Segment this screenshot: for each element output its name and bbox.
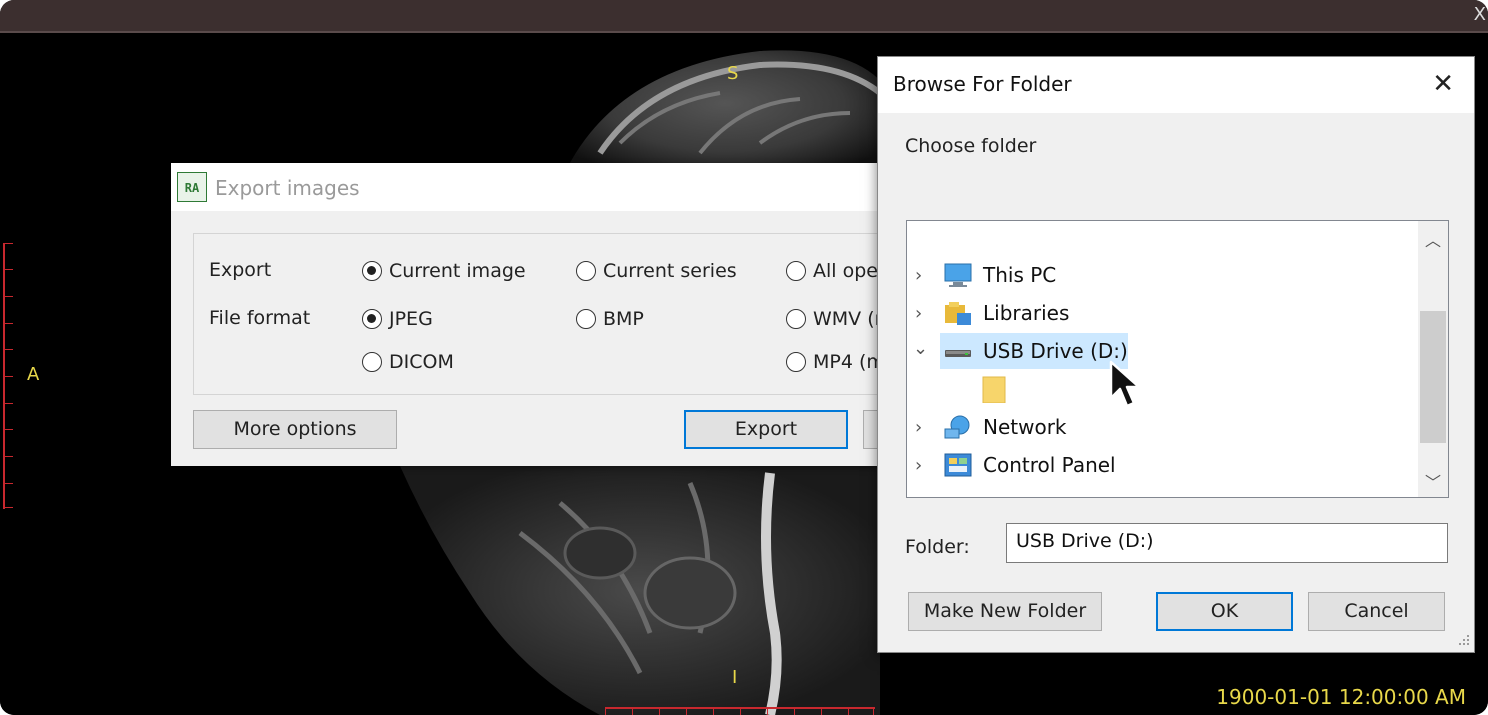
more-options-button[interactable]: More options xyxy=(193,410,397,449)
chevron-right-icon[interactable]: › xyxy=(915,265,922,286)
tree-item-label: USB Drive (D:) xyxy=(983,339,1128,363)
folder-path-input[interactable]: USB Drive (D:) xyxy=(1006,523,1448,563)
network-icon xyxy=(944,415,970,439)
cancel-button[interactable]: Cancel xyxy=(1308,592,1445,631)
scroll-up-icon[interactable]: ︿ xyxy=(1425,227,1441,251)
app-logo-icon: RA xyxy=(177,172,207,202)
folder-field-label: Folder: xyxy=(905,536,970,558)
window-titlebar: X xyxy=(0,0,1488,33)
app-window: X S A I 1900-01-01 12:00:00 AM RA Export… xyxy=(0,0,1488,715)
scroll-down-icon[interactable]: ﹀ xyxy=(1425,469,1441,493)
radio-mp4[interactable] xyxy=(786,352,806,372)
radio-wmv-label[interactable]: WMV (r xyxy=(813,308,882,330)
tree-item-label: Libraries xyxy=(983,301,1070,325)
chevron-right-icon[interactable]: › xyxy=(915,303,922,324)
radio-all-open[interactable] xyxy=(786,261,806,281)
close-icon[interactable]: X xyxy=(1474,4,1486,25)
orientation-bottom-label: I xyxy=(732,667,738,688)
export-images-dialog: RA Export images Export File format Curr… xyxy=(171,163,915,466)
orientation-top-label: S xyxy=(727,63,739,84)
tree-item-label: This PC xyxy=(983,263,1057,287)
radio-dicom-label[interactable]: DICOM xyxy=(389,351,454,373)
tree-item-label: Network xyxy=(983,415,1067,439)
ok-button[interactable]: OK xyxy=(1156,592,1293,631)
tree-scrollbar[interactable]: ︿ ﹀ xyxy=(1418,221,1448,497)
resize-grip-icon[interactable] xyxy=(1456,634,1470,648)
radio-jpeg-label[interactable]: JPEG xyxy=(389,308,433,330)
horizontal-scale-ruler xyxy=(605,707,875,715)
radio-wmv[interactable] xyxy=(786,309,806,329)
radio-bmp-label[interactable]: BMP xyxy=(603,308,644,330)
radio-jpeg[interactable] xyxy=(362,309,382,329)
export-label: Export xyxy=(209,259,272,281)
export-dialog-title: Export images xyxy=(215,176,360,200)
close-icon[interactable]: ✕ xyxy=(1432,69,1454,99)
control-panel-icon xyxy=(944,453,972,477)
scrollbar-thumb[interactable] xyxy=(1420,311,1446,443)
tree-item-control-panel[interactable]: › Control Panel xyxy=(907,447,1415,483)
export-dialog-titlebar[interactable]: RA Export images xyxy=(171,163,891,211)
tree-item-this-pc[interactable]: › This PC xyxy=(907,257,1415,293)
export-button[interactable]: Export xyxy=(684,410,848,449)
libraries-icon xyxy=(945,302,971,325)
browse-dialog-titlebar[interactable]: Browse For Folder ✕ xyxy=(878,57,1474,113)
radio-current-image-label[interactable]: Current image xyxy=(389,260,526,282)
chevron-right-icon[interactable]: › xyxy=(915,417,922,438)
radio-current-image[interactable] xyxy=(362,261,382,281)
vertical-scale-ruler xyxy=(3,243,15,509)
usb-drive-icon xyxy=(945,350,971,357)
radio-dicom[interactable] xyxy=(362,352,382,372)
radio-current-series[interactable] xyxy=(576,261,596,281)
tree-item-subfolder[interactable] xyxy=(907,371,1415,407)
choose-folder-instruction: Choose folder xyxy=(905,135,1037,157)
orientation-left-label: A xyxy=(27,364,40,385)
acquisition-datetime: 1900-01-01 12:00:00 AM xyxy=(1216,685,1466,709)
make-new-folder-button[interactable]: Make New Folder xyxy=(908,592,1102,631)
tree-item-usb-drive[interactable]: ⌄ USB Drive (D:) xyxy=(907,333,1415,369)
tree-item-libraries[interactable]: › Libraries xyxy=(907,295,1415,331)
file-format-label: File format xyxy=(209,307,311,329)
export-options-group: Export File format Current image Current… xyxy=(193,233,915,395)
chevron-right-icon[interactable]: › xyxy=(915,455,922,476)
folder-tree[interactable]: › This PC › Libraries ⌄ USB Drive (D:) › xyxy=(906,220,1449,498)
tree-item-label: Control Panel xyxy=(983,453,1116,477)
radio-bmp[interactable] xyxy=(576,309,596,329)
tree-item-network[interactable]: › Network xyxy=(907,409,1415,445)
mouse-pointer-icon xyxy=(1109,360,1141,408)
chevron-down-icon[interactable]: ⌄ xyxy=(913,338,928,359)
browse-for-folder-dialog: Browse For Folder ✕ Choose folder › This… xyxy=(877,56,1475,653)
radio-current-series-label[interactable]: Current series xyxy=(603,260,737,282)
radio-mp4-label[interactable]: MP4 (m xyxy=(813,351,885,373)
radio-all-open-label[interactable]: All oper xyxy=(813,260,886,282)
browse-dialog-title: Browse For Folder xyxy=(893,72,1072,96)
computer-icon xyxy=(944,263,972,287)
folder-icon xyxy=(982,376,1006,403)
